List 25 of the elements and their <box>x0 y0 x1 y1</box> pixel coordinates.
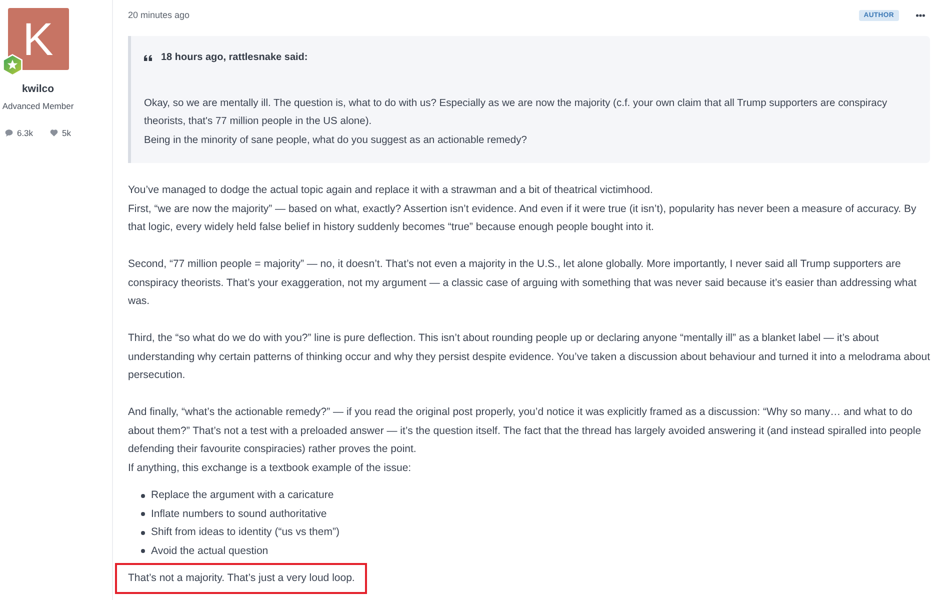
paragraph: You’ve managed to dodge the actual topic again and replace it with a strawman and a bit of theatrical victimhood. First, “we are now the majority” — based on what, exactly? Assertion isn’t evidence. And even if it were true (it isn’t), popularity has never been a measure of accuracy. By that logic, every widely held false belief in history suddenly becomes “true” because enough people bought into it. <box>128 183 918 236</box>
bullet-icon <box>141 549 145 554</box>
list-item-text: Replace the argument with a caricature <box>151 488 334 504</box>
username[interactable]: kwilco <box>22 82 54 96</box>
paragraph: That’s not a majority. That’s just a very loud loop. <box>128 571 355 586</box>
paragraph: Third, the “so what do we do with you?” line is pure deflection. This isn’t about rounding people up or declaring anyone “mentally ill” as a blanket label — it’s about understanding why certain patterns of thinking occur and why they persist despite evidence. You’ve taken a discussion about behaviour and turned it into a melodrama about persecution. <box>128 331 930 384</box>
like-count: 5k <box>62 127 72 140</box>
quote-attribution: 18 hours ago, rattlesnake said: <box>161 51 308 65</box>
bullet-icon <box>141 530 145 535</box>
bullet-icon <box>141 512 145 516</box>
post-count: 6.3k <box>16 127 34 140</box>
more-options-icon[interactable] <box>916 14 925 16</box>
speech-bubble-icon <box>4 129 13 137</box>
list-item-text: Shift from ideas to identity (“us vs them”) <box>151 525 340 540</box>
quote-icon <box>144 55 152 62</box>
quoted-text: Okay, so we are mentally ill. The question is, what to do with us? Especially as we are now the majority (c.f. your own claim that all Trump supporters are conspiracy theorists, that's 77 million people in the US alone). Being in the minority of sane people, what do you suggest as an actionable remedy? <box>144 96 888 148</box>
star-badge-icon <box>2 54 22 76</box>
post-time: 20 minutes ago <box>128 9 190 22</box>
member-rank: Advanced Member <box>2 100 74 113</box>
paragraph: And finally, “what’s the actionable remedy?” — if you read the original post properly, you’d notice it was explicitly framed as a discussion: “Why so many… and what to do about them?” That’s not a test with a preloaded answer — it’s the question itself. The fact that the thread has largely avoided answering it (and instead spiralled into people defending their favourite conspiracies) rather proves the point. If anything, this exchange is a textbook example of the issue: <box>128 405 922 476</box>
list-item-text: Avoid the actual question <box>151 544 268 559</box>
paragraph: Second, “77 million people = majority” — no, it doesn’t. That’s not even a majority in the U.S., let alone globally. More importantly, I never said all Trump supporters are conspiracy theorists. That’s your exaggeration, not my argument — a classic case of arguing with something that was never said because it’s easier than addressing what was. <box>128 257 918 310</box>
bullet-icon <box>141 494 145 498</box>
heart-icon <box>50 129 58 137</box>
list-item-text: Inflate numbers to sound authoritative <box>151 506 327 522</box>
